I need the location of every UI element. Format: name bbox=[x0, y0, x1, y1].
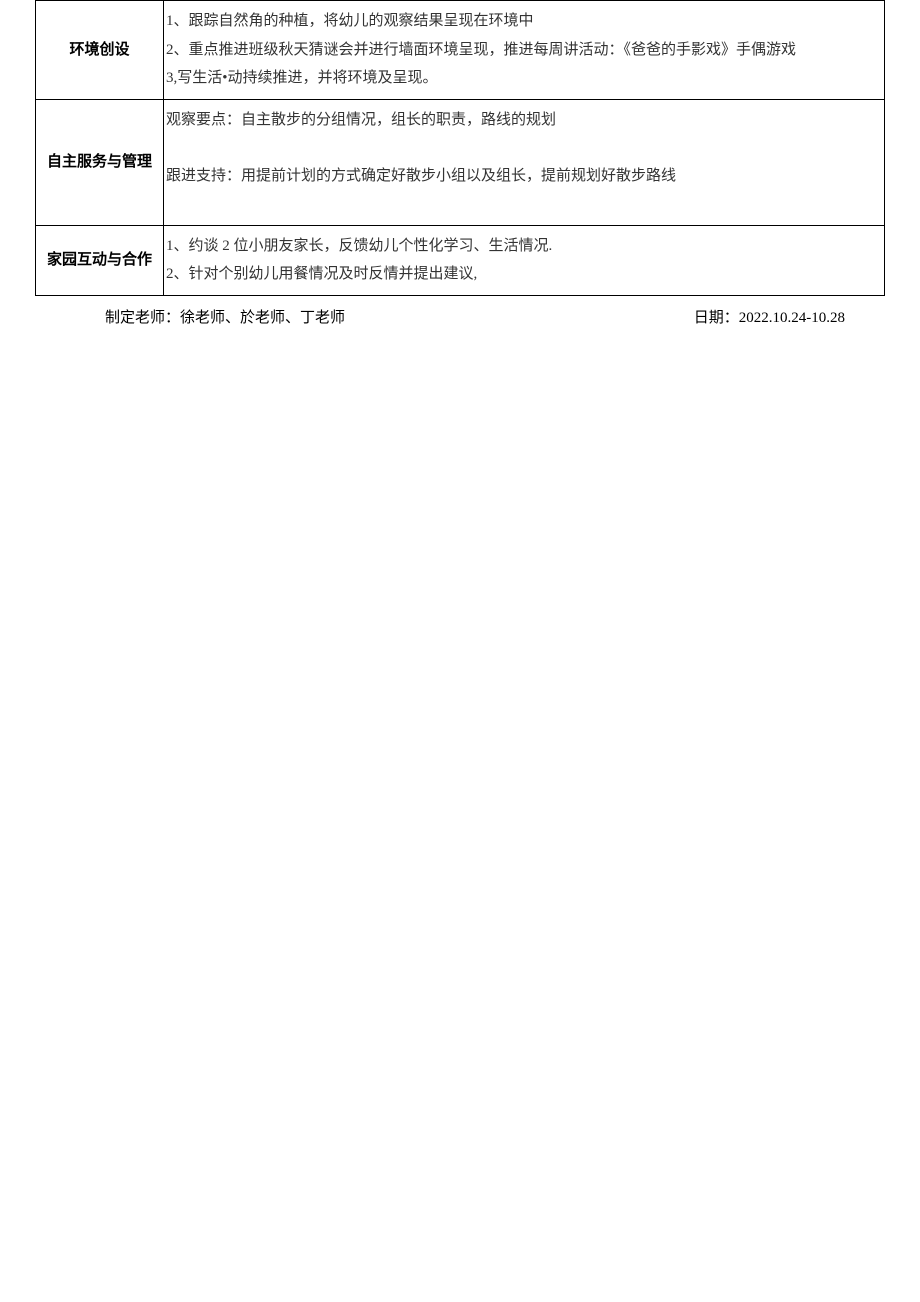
row-body-self: 观察要点：自主散步的分组情况，组长的职责，路线的规划 跟进支持：用提前计划的方式… bbox=[164, 99, 885, 225]
date-value: 2022.10.24-10.28 bbox=[739, 310, 845, 326]
table-row: 自主服务与管理 观察要点：自主散步的分组情况，组长的职责，路线的规划 跟进支持：… bbox=[36, 99, 885, 225]
footer-teachers: 制定老师：徐老师、於老师、丁老师 bbox=[105, 306, 345, 327]
table-row: 家园互动与合作 1、约谈 2 位小朋友家长，反馈幼儿个性化学习、生活情况. 2、… bbox=[36, 225, 885, 295]
footer-date: 日期：2022.10.24-10.28 bbox=[694, 306, 845, 327]
row-line: 1、约谈 2 位小朋友家长，反馈幼儿个性化学习、生活情况. bbox=[166, 232, 880, 261]
blank-line bbox=[166, 191, 880, 219]
row-line: 2、重点推进班级秋天猜谜会并进行墙面环境呈现，推进每周讲活动：《爸爸的手影戏》手… bbox=[166, 36, 880, 65]
date-label: 日期： bbox=[694, 310, 739, 326]
teachers-label: 制定老师： bbox=[105, 310, 180, 326]
row-line: 跟进支持：用提前计划的方式确定好散步小组以及组长，提前规划好散步路线 bbox=[166, 162, 880, 191]
row-body-home: 1、约谈 2 位小朋友家长，反馈幼儿个性化学习、生活情况. 2、针对个别幼儿用餐… bbox=[164, 225, 885, 295]
row-header-env: 环境创设 bbox=[36, 1, 164, 100]
row-line: 观察要点：自主散步的分组情况，组长的职责，路线的规划 bbox=[166, 106, 880, 135]
table-row: 环境创设 1、跟踪自然角的种植，将幼儿的观察结果呈现在环境中 2、重点推进班级秋… bbox=[36, 1, 885, 100]
footer: 制定老师：徐老师、於老师、丁老师 日期：2022.10.24-10.28 bbox=[35, 306, 885, 327]
row-line: 3,写生活•动持续推进，并将环境及呈现。 bbox=[166, 64, 880, 93]
blank-line bbox=[166, 134, 880, 162]
row-line: 2、针对个别幼儿用餐情况及时反情并提出建议, bbox=[166, 260, 880, 289]
row-header-label: 环境创设 bbox=[69, 41, 129, 58]
row-header-label: 家园互动与合作 bbox=[47, 251, 152, 268]
row-header-label: 自主服务与管理 bbox=[47, 153, 152, 170]
plan-table: 环境创设 1、跟踪自然角的种植，将幼儿的观察结果呈现在环境中 2、重点推进班级秋… bbox=[35, 0, 885, 296]
row-header-home: 家园互动与合作 bbox=[36, 225, 164, 295]
row-body-env: 1、跟踪自然角的种植，将幼儿的观察结果呈现在环境中 2、重点推进班级秋天猜谜会并… bbox=[164, 1, 885, 100]
teachers-value: 徐老师、於老师、丁老师 bbox=[180, 310, 345, 326]
row-line: 1、跟踪自然角的种植，将幼儿的观察结果呈现在环境中 bbox=[166, 7, 880, 36]
row-header-self: 自主服务与管理 bbox=[36, 99, 164, 225]
document-page: 环境创设 1、跟踪自然角的种植，将幼儿的观察结果呈现在环境中 2、重点推进班级秋… bbox=[0, 0, 920, 327]
